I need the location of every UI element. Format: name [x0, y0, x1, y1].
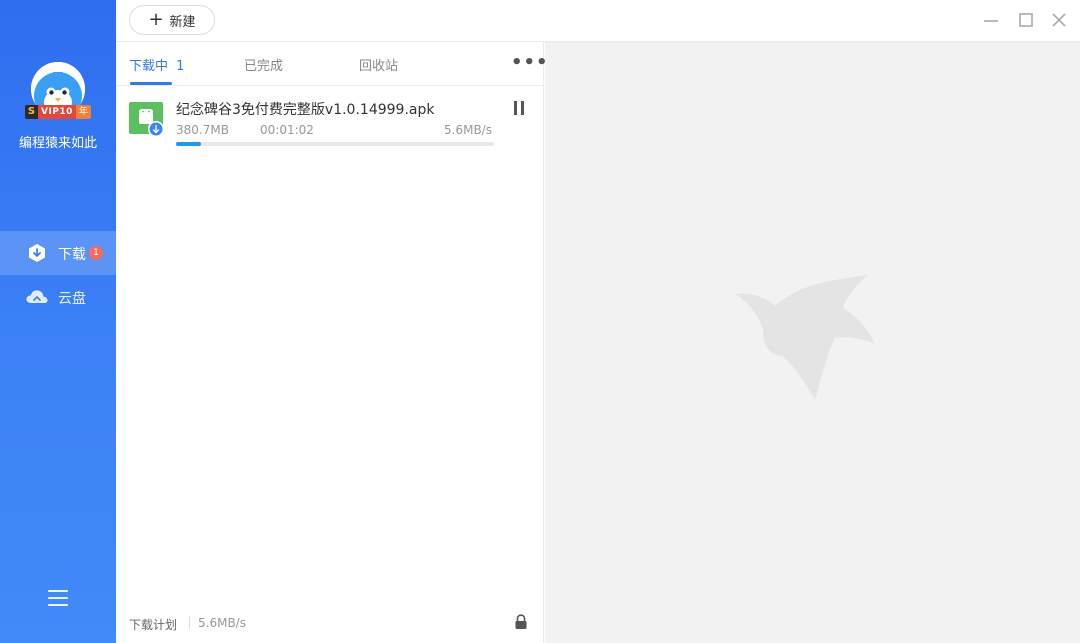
sidebar-item-label: 下载	[58, 247, 86, 263]
download-item[interactable]: 纪念碑谷3免付费完整版v1.0.14999.apk 380.7MB 00:01:…	[116, 86, 544, 156]
tab-label: 下载中	[129, 59, 169, 74]
top-bar: + 新建	[116, 0, 1080, 42]
vip-badge: S VIP10 年	[25, 105, 93, 119]
tab-completed[interactable]: 已完成	[244, 55, 283, 74]
file-size: 380.7MB	[176, 123, 229, 137]
detail-panel	[545, 42, 1080, 643]
download-plan-link[interactable]: 下载计划	[129, 616, 177, 633]
apk-file-icon	[129, 102, 164, 137]
panel-footer: 下载计划 5.6MB/s	[116, 602, 544, 643]
plus-icon: +	[148, 9, 164, 30]
pause-bar	[514, 101, 517, 115]
pause-bar	[521, 101, 524, 115]
download-tabs: 下载中 1 已完成 回收站 •••	[116, 42, 548, 86]
download-speed: 5.6MB/s	[444, 123, 492, 137]
new-task-label: 新建	[169, 14, 196, 30]
sidebar-item-label: 云盘	[58, 291, 86, 307]
tab-recycle-bin[interactable]: 回收站	[359, 55, 398, 74]
download-shield-icon	[29, 244, 45, 262]
vip-s-label: S	[25, 105, 38, 119]
vip-level-label: VIP10	[38, 105, 76, 119]
progress-bar	[176, 142, 494, 146]
bird-logo-watermark-icon	[735, 274, 875, 400]
sidebar: S VIP10 年 编程猿来如此 下载 1 云盘	[0, 0, 116, 643]
username[interactable]: 编程猿来如此	[0, 132, 116, 151]
minimize-icon[interactable]	[982, 11, 1000, 29]
menu-line	[48, 604, 68, 606]
user-avatar[interactable]: S VIP10 年	[25, 62, 91, 120]
new-task-button[interactable]: + 新建	[129, 5, 215, 35]
total-speed: 5.6MB/s	[198, 616, 246, 630]
menu-line	[48, 590, 68, 592]
divider	[189, 616, 190, 629]
pause-icon[interactable]	[513, 101, 525, 115]
sidebar-item-download[interactable]: 下载 1	[0, 231, 116, 275]
tab-count: 1	[176, 59, 185, 74]
hamburger-menu-icon[interactable]	[48, 590, 68, 608]
lock-icon[interactable]	[514, 614, 528, 630]
download-panel: 下载中 1 已完成 回收站 ••• 纪念碑谷3免付费完整版v1.0.14999.…	[116, 42, 548, 643]
tab-downloading[interactable]: 下载中 1	[129, 55, 184, 74]
more-options-icon[interactable]: •••	[511, 52, 549, 73]
elapsed-time: 00:01:02	[260, 123, 314, 137]
active-tab-indicator	[130, 82, 172, 85]
vip-year-label: 年	[75, 105, 91, 119]
file-name: 纪念碑谷3免付费完整版v1.0.14999.apk	[176, 102, 435, 118]
download-count-badge: 1	[89, 246, 103, 260]
progress-fill	[176, 142, 202, 146]
sidebar-item-cloud[interactable]: 云盘	[0, 275, 116, 319]
maximize-icon[interactable]	[1017, 11, 1035, 29]
menu-line	[48, 597, 68, 599]
close-icon[interactable]	[1050, 11, 1068, 29]
cloud-icon	[26, 290, 48, 303]
